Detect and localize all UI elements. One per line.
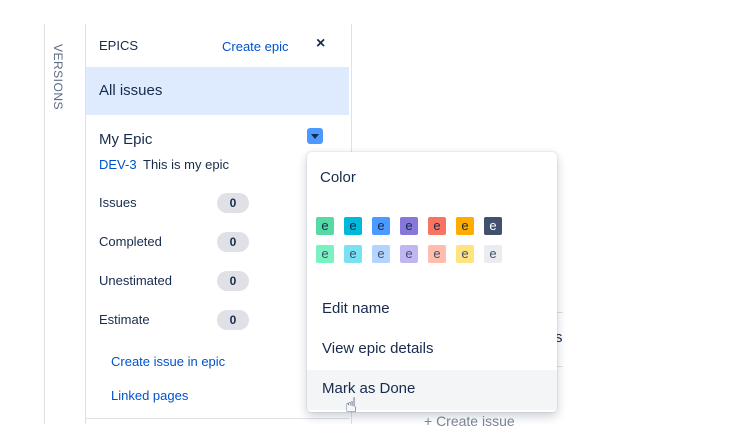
stat-completed-label: Completed bbox=[99, 234, 162, 249]
stat-completed-badge: 0 bbox=[217, 232, 249, 252]
color-swatch-light-4[interactable]: e bbox=[400, 245, 418, 263]
board-create-issue-button[interactable]: + Create issue bbox=[424, 413, 515, 429]
stat-issues-badge: 0 bbox=[217, 193, 249, 213]
all-issues-label: All issues bbox=[99, 82, 163, 99]
board-divider bbox=[557, 312, 563, 313]
edit-name-menu-item[interactable]: Edit name bbox=[307, 290, 557, 330]
close-icon[interactable]: × bbox=[316, 35, 325, 53]
side-tab-divider bbox=[44, 24, 45, 424]
create-epic-link[interactable]: Create epic bbox=[222, 39, 288, 54]
linked-pages-link[interactable]: Linked pages bbox=[111, 388, 188, 403]
color-swatch-light-1[interactable]: e bbox=[316, 245, 334, 263]
mark-as-done-label: Mark as Done bbox=[322, 380, 416, 397]
color-swatch-dark-1[interactable]: e bbox=[316, 217, 334, 235]
color-swatch-dark-2[interactable]: e bbox=[344, 217, 362, 235]
epic-menu-dropdown-button[interactable] bbox=[307, 128, 323, 144]
hand-cursor-icon: ☝ bbox=[345, 395, 358, 417]
epic-key-link[interactable]: DEV-3 bbox=[99, 157, 137, 172]
create-issue-in-epic-link[interactable]: Create issue in epic bbox=[111, 354, 225, 369]
stat-issues-label: Issues bbox=[99, 195, 137, 210]
color-swatch-dark-6[interactable]: e bbox=[456, 217, 474, 235]
color-swatch-dark-5[interactable]: e bbox=[428, 217, 446, 235]
color-swatch-light-5[interactable]: e bbox=[428, 245, 446, 263]
epics-panel-title: EPICS bbox=[99, 38, 139, 53]
view-epic-details-label: View epic details bbox=[322, 340, 434, 357]
color-swatch-dark-7[interactable]: e bbox=[484, 217, 502, 235]
stat-unestimated-label: Unestimated bbox=[99, 273, 172, 288]
color-swatch-dark-4[interactable]: e bbox=[400, 217, 418, 235]
color-swatch-light-3[interactable]: e bbox=[372, 245, 390, 263]
stat-estimate-badge: 0 bbox=[217, 310, 249, 330]
color-swatch-dark-3[interactable]: e bbox=[372, 217, 390, 235]
color-swatch-light-6[interactable]: e bbox=[456, 245, 474, 263]
edit-name-label: Edit name bbox=[322, 300, 390, 317]
epic-summary: This is my epic bbox=[143, 157, 229, 172]
stat-unestimated-badge: 0 bbox=[217, 271, 249, 291]
color-heading: Color bbox=[320, 169, 356, 186]
color-swatch-light-2[interactable]: e bbox=[344, 245, 362, 263]
stat-estimate-label: Estimate bbox=[99, 312, 150, 327]
board-divider bbox=[557, 366, 563, 367]
epic-name[interactable]: My Epic bbox=[99, 131, 152, 148]
versions-tab[interactable]: VERSIONS bbox=[51, 44, 65, 110]
panel-divider bbox=[86, 418, 349, 419]
color-swatch-light-7[interactable]: e bbox=[484, 245, 502, 263]
view-epic-details-menu-item[interactable]: View epic details bbox=[307, 330, 557, 370]
